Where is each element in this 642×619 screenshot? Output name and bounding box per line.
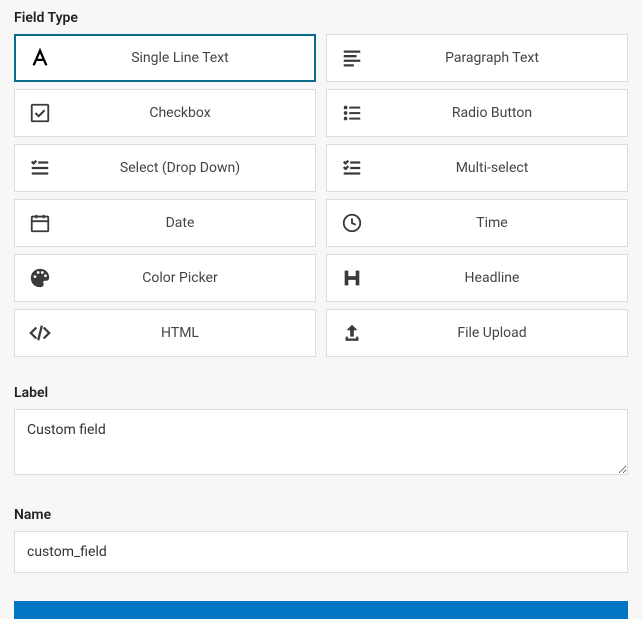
option-html[interactable]: HTML (14, 309, 316, 357)
palette-icon (29, 267, 51, 289)
option-headline[interactable]: Headline (326, 254, 628, 302)
option-paragraph-text[interactable]: Paragraph Text (326, 34, 628, 82)
heading-icon (341, 267, 363, 289)
option-label: File Upload (371, 325, 613, 341)
calendar-icon (29, 212, 51, 234)
option-single-line-text[interactable]: Single Line Text (14, 34, 316, 82)
option-time[interactable]: Time (326, 199, 628, 247)
clock-icon (341, 212, 363, 234)
upload-icon (341, 322, 363, 344)
name-heading: Name (14, 507, 628, 523)
option-color-picker[interactable]: Color Picker (14, 254, 316, 302)
option-label: HTML (59, 325, 301, 341)
submit-bar[interactable] (14, 601, 628, 619)
option-label: Headline (371, 270, 613, 286)
option-select[interactable]: Select (Drop Down) (14, 144, 316, 192)
select-icon (29, 157, 51, 179)
option-date[interactable]: Date (14, 199, 316, 247)
option-label: Multi-select (371, 160, 613, 176)
label-input[interactable] (14, 409, 628, 475)
letter-a-icon (29, 47, 51, 69)
paragraph-icon (341, 47, 363, 69)
option-label: Color Picker (59, 270, 301, 286)
name-input[interactable] (14, 531, 628, 573)
option-radio-button[interactable]: Radio Button (326, 89, 628, 137)
field-type-heading: Field Type (14, 10, 628, 26)
radio-list-icon (341, 102, 363, 124)
option-label: Single Line Text (59, 50, 301, 66)
code-icon (29, 322, 51, 344)
option-label: Date (59, 215, 301, 231)
option-label: Radio Button (371, 105, 613, 121)
option-checkbox[interactable]: Checkbox (14, 89, 316, 137)
label-heading: Label (14, 385, 628, 401)
checkbox-icon (29, 102, 51, 124)
option-label: Paragraph Text (371, 50, 613, 66)
multi-select-icon (341, 157, 363, 179)
field-type-grid: Single Line Text Paragraph Text Checkbox… (14, 34, 628, 357)
option-label: Checkbox (59, 105, 301, 121)
option-label: Select (Drop Down) (59, 160, 301, 176)
option-label: Time (371, 215, 613, 231)
option-file-upload[interactable]: File Upload (326, 309, 628, 357)
option-multi-select[interactable]: Multi-select (326, 144, 628, 192)
